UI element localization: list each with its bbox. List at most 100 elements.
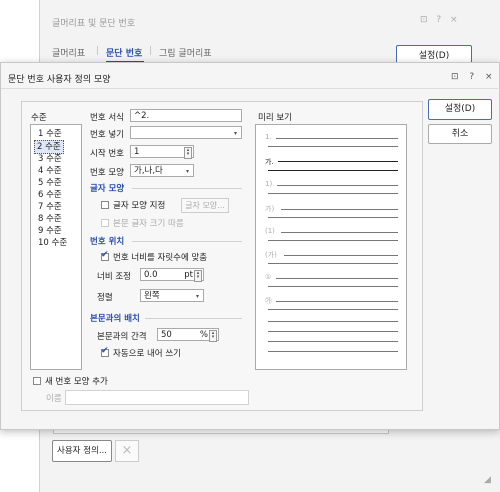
preview-line — [268, 351, 398, 352]
number-format-input[interactable]: ^2. — [130, 109, 242, 122]
char-shape-specify-checkbox[interactable] — [101, 201, 109, 209]
spin-arrows-icon[interactable]: ▴ ▾ — [184, 147, 192, 159]
body-placement-section-title: 본문과의 배치 — [90, 314, 140, 324]
section-divider — [132, 241, 242, 242]
body-gap-label: 본문과의 간격 — [97, 332, 147, 342]
preview-line — [276, 138, 398, 139]
preview-line — [281, 209, 398, 210]
tab-separator: | — [96, 46, 100, 56]
background-dialog-title: 글머리표 및 문단 번호 — [52, 19, 136, 29]
preview-line — [268, 240, 398, 241]
dialog-title: 문단 번호 사용자 정의 모양 — [8, 75, 111, 85]
preview-marker: 1) — [265, 180, 273, 188]
name-label: 이름 — [46, 394, 62, 404]
level-item[interactable]: 10 수준 — [36, 237, 69, 249]
window-controls-icon[interactable]: ⊡ ? × — [451, 72, 497, 82]
spin-arrows-icon[interactable]: ▴ ▾ — [209, 330, 217, 342]
level-item[interactable]: 1 수준 — [36, 128, 64, 140]
width-adjust-label: 너비 조정 — [97, 272, 131, 282]
align-label: 정렬 — [97, 293, 113, 303]
char-shape-specify-label: 글자 모양 지정 — [113, 201, 166, 211]
custom-button[interactable]: 사용자 정의... — [52, 440, 112, 462]
spin-arrows-icon[interactable]: ▴ ▾ — [194, 270, 202, 282]
body-gap-spinner[interactable]: 50 % ▴ ▾ — [157, 328, 219, 342]
level-item[interactable]: 5 수준 — [36, 177, 64, 189]
level-item[interactable]: 7 수준 — [36, 201, 64, 213]
preview-line — [268, 263, 398, 264]
fit-width-label: 번호 너비를 자릿수에 맞춤 — [113, 253, 208, 263]
start-number-spinner[interactable]: 1 ▴ ▾ — [130, 145, 194, 159]
preview-marker-selected: 가. — [265, 158, 274, 166]
tab-picture-bullets[interactable]: 그림 글머리표 — [159, 46, 212, 59]
number-format-label: 번호 서식 — [90, 113, 124, 123]
ok-button[interactable]: 설정(D) — [428, 99, 492, 120]
background-window-controls-icon[interactable]: ⊡ ? × — [420, 15, 461, 25]
preview-line — [268, 286, 398, 287]
number-shape-value: 가,나,다 — [134, 166, 163, 176]
level-item[interactable]: 8 수준 — [36, 213, 64, 225]
titlebar-divider — [1, 88, 498, 89]
preview-line — [277, 185, 398, 186]
fit-width-checkbox[interactable] — [101, 250, 109, 261]
width-adjust-value: 0.0 — [144, 270, 158, 280]
preview-line — [268, 170, 398, 171]
preview-marker: 가) — [265, 205, 275, 213]
preview-line — [268, 217, 398, 218]
number-insert-combo[interactable]: ▾ — [130, 126, 242, 139]
preview-marker: ㉮ — [265, 297, 272, 305]
align-value: 왼쪽 — [144, 291, 160, 301]
char-shape-section-title: 글자 모양 — [90, 184, 125, 194]
cancel-button[interactable]: 취소 — [428, 124, 492, 144]
preview-marker: ① — [265, 273, 272, 281]
chevron-down-icon: ▾ — [233, 130, 237, 137]
preview-pane: 1. 가. 1) 가) (1) (가) ① ㉮ — [255, 124, 407, 370]
delete-icon[interactable]: × — [115, 440, 139, 462]
preview-marker: (가) — [265, 251, 277, 259]
preview-line — [268, 193, 398, 194]
preview-line — [268, 321, 398, 322]
chevron-down-icon: ▾ — [195, 293, 199, 300]
level-item[interactable]: 3 수준 — [36, 153, 64, 165]
width-adjust-spinner[interactable]: 0.0 pt ▴ ▾ — [140, 268, 204, 282]
level-list[interactable]: 1 수준 2 수준 3 수준 4 수준 5 수준 6 수준 7 수준 8 수준 … — [30, 124, 82, 370]
section-divider — [132, 188, 242, 189]
chevron-down-icon: ▾ — [185, 168, 189, 175]
auto-indent-label: 자동으로 내어 쓰기 — [113, 349, 181, 359]
tab-separator: | — [149, 46, 153, 56]
add-new-shape-checkbox[interactable] — [33, 377, 41, 385]
number-insert-label: 번호 넣기 — [90, 130, 124, 140]
width-adjust-unit: pt — [184, 270, 193, 280]
body-gap-value: 50 — [161, 330, 172, 340]
start-number-label: 시작 번호 — [90, 149, 124, 159]
level-item[interactable]: 9 수준 — [36, 225, 64, 237]
preview-line — [268, 146, 398, 147]
tab-paragraph-numbers[interactable]: 문단 번호 — [106, 46, 142, 59]
preview-line — [276, 301, 398, 302]
resize-grip-icon[interactable]: ◢ — [484, 475, 491, 485]
preview-line — [276, 278, 398, 279]
level-item[interactable]: 6 수준 — [36, 189, 64, 201]
add-new-shape-label: 새 번호 모양 추가 — [45, 377, 108, 387]
preview-line — [268, 309, 398, 310]
char-shape-button[interactable]: 글자 모양... — [181, 198, 229, 213]
tab-bullets[interactable]: 글머리표 — [52, 46, 85, 59]
follow-body-size-checkbox[interactable] — [101, 219, 109, 227]
level-item[interactable]: 4 수준 — [36, 165, 64, 177]
preview-line — [278, 161, 398, 162]
start-number-value: 1 — [134, 147, 140, 157]
name-input[interactable] — [65, 390, 249, 405]
align-combo[interactable]: 왼쪽 ▾ — [140, 289, 204, 302]
body-gap-unit: % — [199, 330, 208, 340]
section-divider — [145, 318, 242, 319]
preview-marker: 1. — [265, 133, 272, 141]
follow-body-size-label: 본문 글자 크기 따름 — [113, 219, 184, 229]
level-label: 수준 — [31, 113, 47, 123]
preview-line — [284, 255, 398, 256]
number-position-section-title: 번호 위치 — [90, 237, 125, 247]
auto-indent-checkbox[interactable] — [101, 346, 109, 357]
preview-label: 미리 보기 — [258, 113, 292, 123]
number-shape-combo[interactable]: 가,나,다 ▾ — [130, 164, 194, 177]
preview-line — [268, 341, 398, 342]
preview-line — [281, 232, 398, 233]
level-item-selected[interactable]: 2 수준 — [34, 140, 64, 154]
